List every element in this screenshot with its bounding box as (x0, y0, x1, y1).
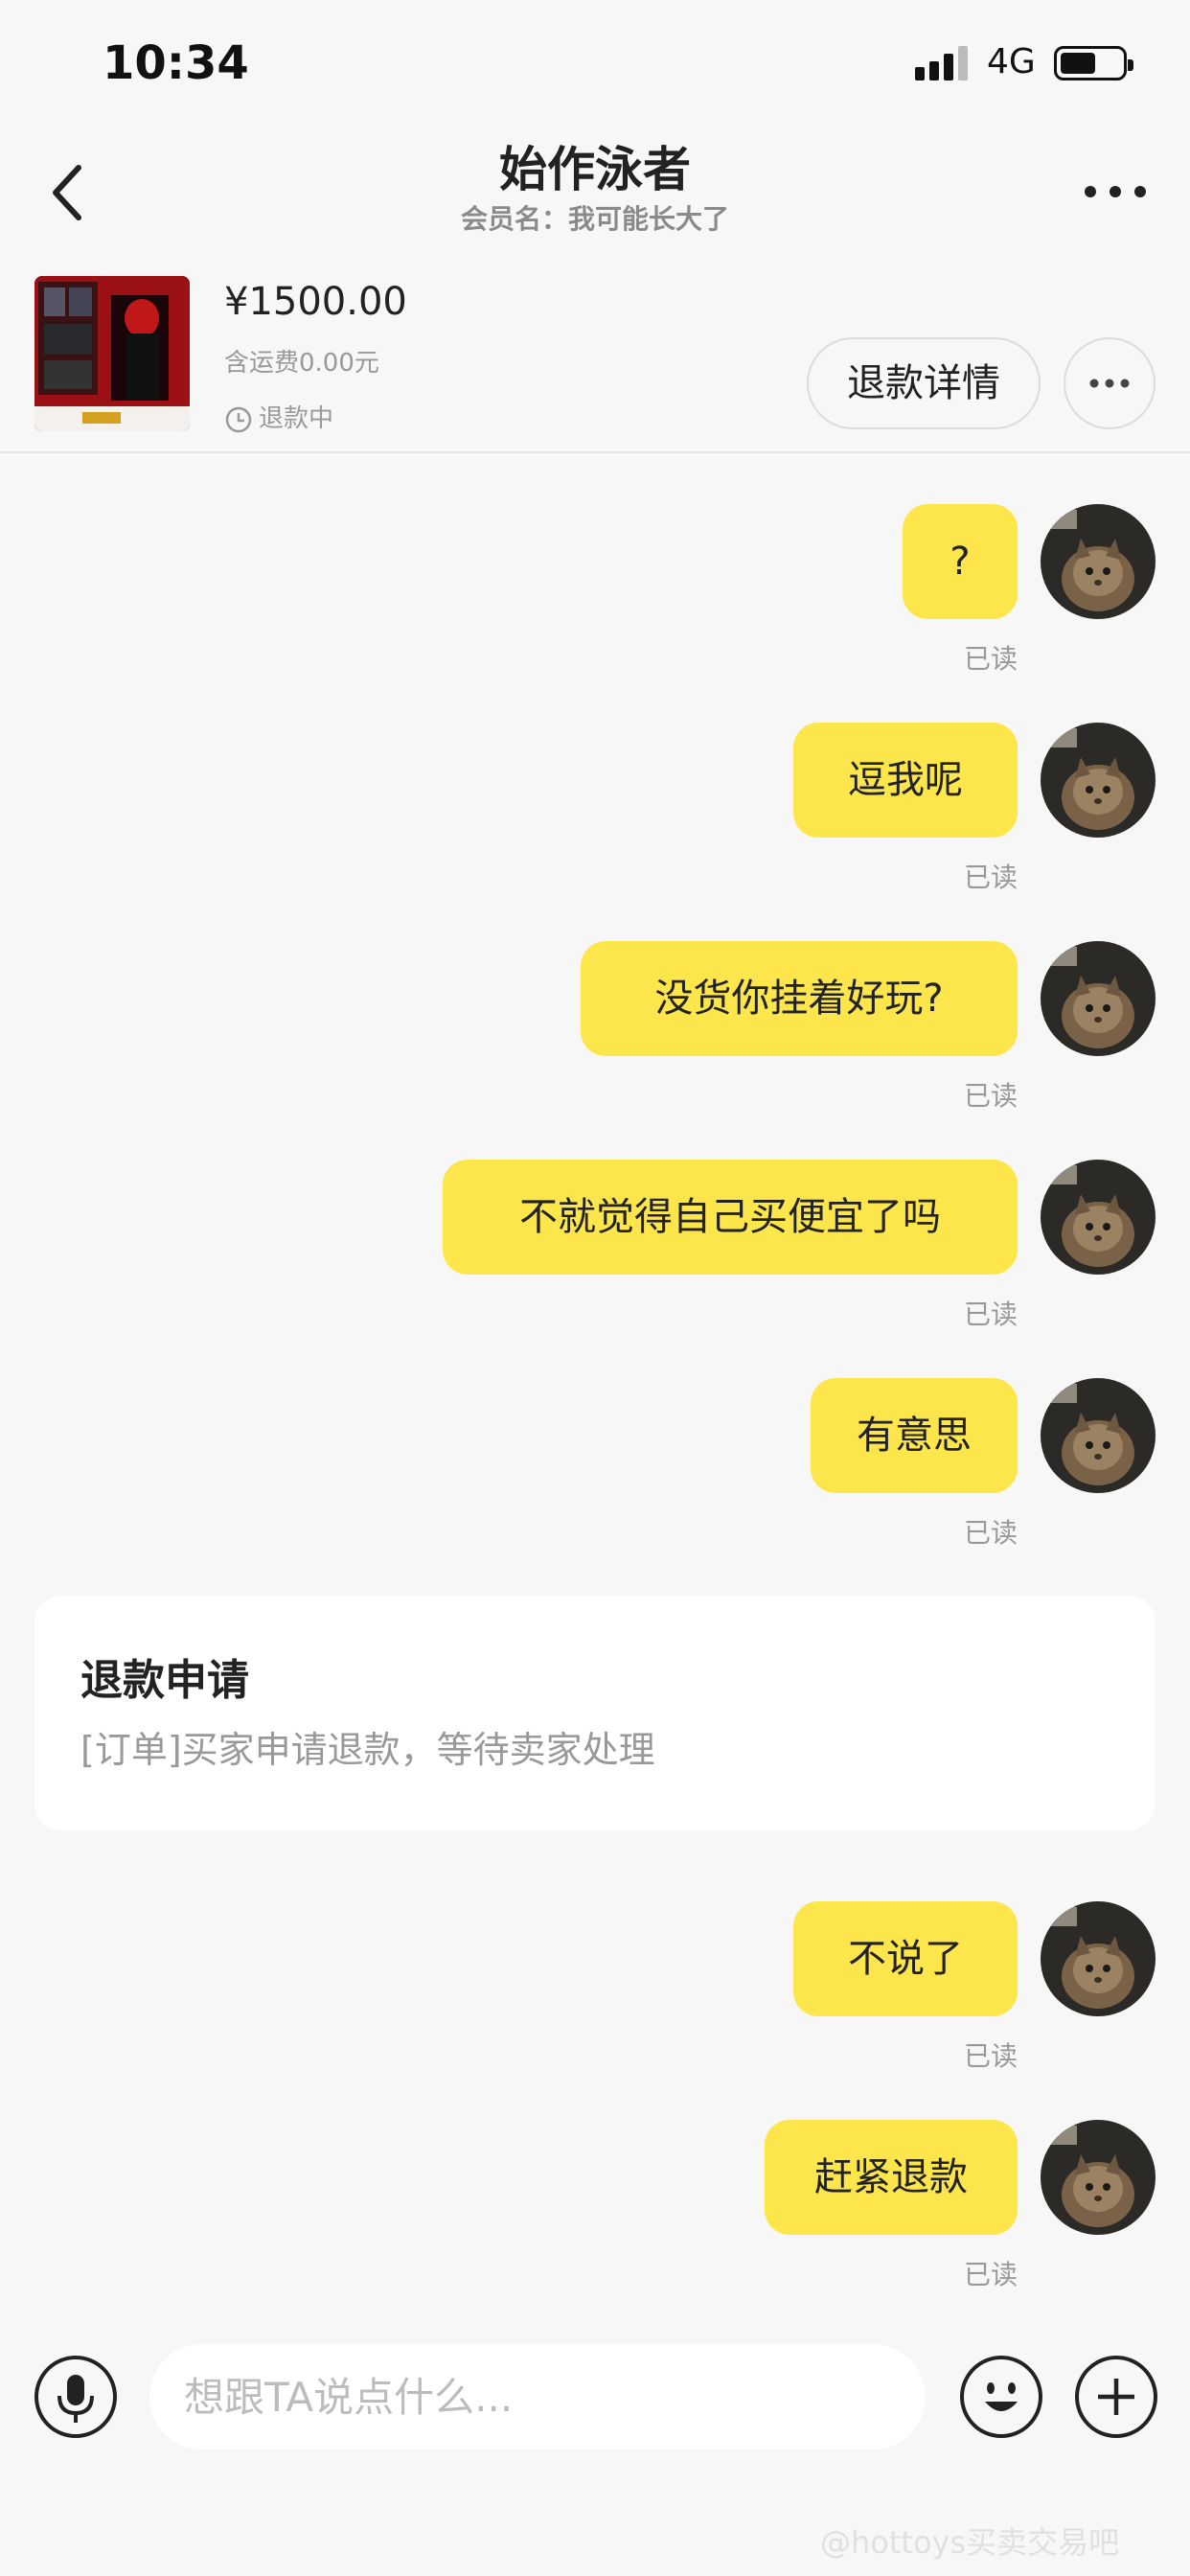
refund-card-description: [订单]买家申请退款，等待卖家处理 (80, 1729, 655, 1771)
chat-title: 始作泳者 (499, 142, 691, 197)
avatar[interactable] (1041, 1160, 1156, 1275)
product-price: ¥1500.00 (224, 280, 407, 324)
order-status-label: 退款中 (259, 404, 334, 433)
avatar[interactable] (1041, 2120, 1156, 2235)
member-name: 会员名：我可能长大了 (460, 203, 729, 235)
read-receipt: 已读 (963, 1517, 1018, 1549)
avatar[interactable] (1041, 723, 1156, 838)
product-thumbnail[interactable] (34, 276, 190, 431)
read-receipt: 已读 (963, 1299, 1018, 1330)
message-input[interactable] (149, 2344, 926, 2450)
refund-card-title: 退款申请 (80, 1656, 249, 1705)
more-icon[interactable] (1077, 177, 1154, 206)
message-bubble[interactable]: 不就觉得自己买便宜了吗 (443, 1160, 1018, 1275)
cat-avatar-icon (1041, 504, 1156, 619)
nav-bar: 始作泳者 会员名：我可能长大了 (0, 129, 1190, 254)
read-receipt: 已读 (963, 862, 1018, 893)
avatar[interactable] (1041, 1378, 1156, 1493)
avatar[interactable] (1041, 1901, 1156, 2016)
read-receipt: 已读 (963, 1080, 1018, 1112)
message-bubble[interactable]: 没货你挂着好玩? (581, 941, 1018, 1056)
cat-avatar-icon (1041, 1901, 1156, 2016)
signal-icon (915, 46, 969, 80)
message-bubble[interactable]: ? (903, 504, 1018, 619)
status-bar: 10:34 4G (0, 0, 1190, 129)
cat-avatar-icon (1041, 1378, 1156, 1493)
message-bubble[interactable]: 有意思 (811, 1378, 1018, 1493)
message-bubble[interactable]: 赶紧退款 (765, 2120, 1018, 2235)
message-bubble[interactable]: 逗我呢 (793, 723, 1018, 838)
refund-detail-button[interactable]: 退款详情 (807, 337, 1041, 429)
cat-avatar-icon (1041, 2120, 1156, 2235)
clock-icon (225, 406, 252, 432)
refund-request-card[interactable]: 退款申请 [订单]买家申请退款，等待卖家处理 (34, 1596, 1156, 1830)
battery-icon (1054, 46, 1133, 80)
avatar[interactable] (1041, 941, 1156, 1056)
more-icon (1089, 379, 1130, 388)
order-status: 退款中 (224, 399, 333, 434)
plus-button[interactable] (1075, 2356, 1157, 2438)
voice-button[interactable] (34, 2356, 117, 2438)
avatar[interactable] (1041, 504, 1156, 619)
product-bar: ¥1500.00 含运费0.00元 退款中 退款详情 (0, 259, 1190, 453)
read-receipt: 已读 (963, 643, 1018, 675)
product-more-button[interactable] (1064, 337, 1156, 429)
message-bubble[interactable]: 不说了 (793, 1901, 1018, 2016)
read-receipt: 已读 (963, 2040, 1018, 2072)
cat-avatar-icon (1041, 1160, 1156, 1275)
cat-avatar-icon (1041, 723, 1156, 838)
status-time: 10:34 (103, 36, 249, 90)
watermark: @hottoys买卖交易吧 (820, 2524, 1120, 2561)
emoji-icon (985, 2382, 1018, 2411)
shipping-fee: 含运费0.00元 (224, 349, 379, 378)
plus-icon (1098, 2379, 1134, 2415)
network-label: 4G (987, 42, 1036, 81)
cat-avatar-icon (1041, 941, 1156, 1056)
read-receipt: 已读 (963, 2259, 1018, 2290)
emoji-button[interactable] (960, 2356, 1042, 2438)
microphone-icon (57, 2375, 94, 2423)
chat-screen: 10:34 4G 始作泳者 会员名：我可能长大了 ¥1500.00 含运费0.0… (0, 0, 1190, 2576)
